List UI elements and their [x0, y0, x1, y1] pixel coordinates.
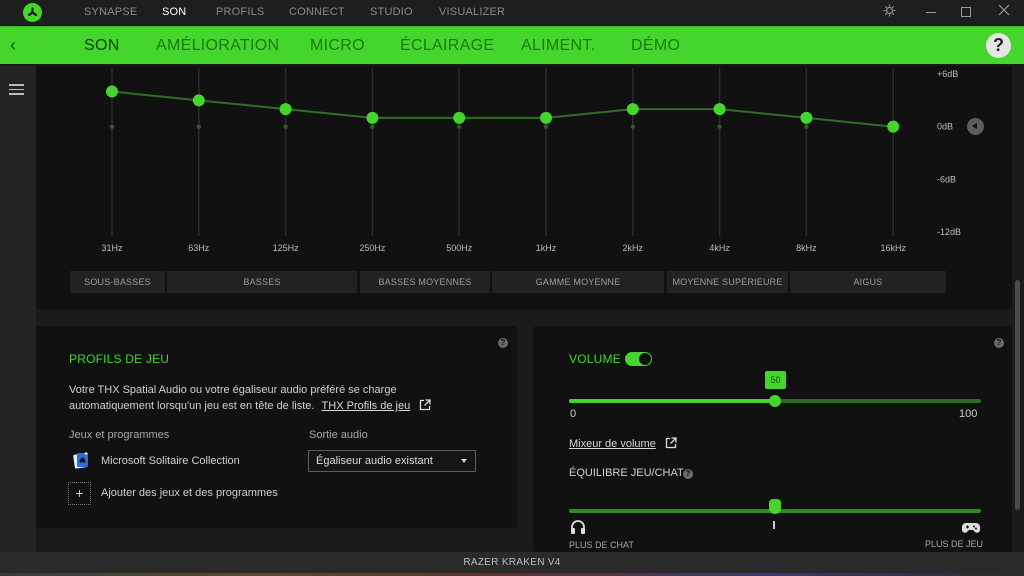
dropdown-caret-icon	[461, 459, 467, 463]
eq-freq-label: 31Hz	[101, 243, 123, 253]
gamepad-icon	[962, 521, 980, 539]
eq-point-4kHz[interactable]	[713, 103, 726, 116]
balance-right-label: PLUS DE JEU	[925, 539, 984, 549]
volume-knob[interactable]	[769, 395, 781, 407]
eq-reset-button[interactable]	[967, 118, 984, 135]
eq-point-16kHz[interactable]	[887, 120, 900, 133]
headset-icon	[570, 520, 586, 540]
external-link-icon[interactable]	[419, 399, 431, 411]
eq-zero-marker	[370, 124, 375, 129]
games-column-label: Jeux et programmes	[69, 429, 170, 441]
eq-freq-label: 4kHz	[709, 243, 730, 253]
eq-y-tick: -6dB	[937, 174, 956, 184]
add-game-button[interactable]: +	[68, 482, 91, 505]
profiles-description-line2: automatiquement lorsqu'un jeu est en têt…	[69, 399, 431, 412]
eq-point-2kHz[interactable]	[626, 103, 639, 116]
eq-y-tick: +6dB	[937, 69, 958, 79]
balance-help-icon[interactable]: ?	[683, 469, 693, 479]
profiles-help-icon[interactable]: ?	[498, 338, 508, 348]
eq-band-3: GAMME MOYENNE	[492, 271, 664, 293]
eq-band-2: BASSES MOYENNES	[360, 271, 490, 293]
balance-left-label: PLUS DE CHAT	[569, 540, 634, 550]
eq-zero-marker	[109, 124, 115, 129]
volume-help-icon[interactable]: ?	[994, 338, 1004, 348]
volume-mixer-link[interactable]: Mixeur de volume	[569, 438, 656, 450]
eq-curve	[111, 90, 894, 128]
eq-point-8kHz[interactable]	[800, 111, 813, 124]
volume-min-label: 0	[570, 408, 577, 420]
eq-freq-label: 1kHz	[536, 243, 557, 253]
eq-band-0: SOUS-BASSES	[70, 271, 165, 293]
eq-y-tick: 0dB	[937, 122, 953, 132]
profiles-description-line1: Votre THX Spatial Audio ou votre égalise…	[69, 384, 397, 396]
volume-title: VOLUME	[569, 352, 621, 366]
eq-point-31Hz[interactable]	[106, 85, 118, 98]
eq-zero-marker	[804, 124, 809, 129]
eq-freq-label: 16kHz	[880, 243, 906, 253]
volume-value-badge: 50	[765, 371, 786, 389]
volume-toggle[interactable]	[625, 352, 652, 366]
eq-point-63Hz[interactable]	[192, 94, 205, 107]
eq-freq-label: 8kHz	[796, 243, 817, 253]
eq-zero-marker	[543, 124, 549, 129]
balance-title: ÉQUILIBRE JEU/CHAT	[569, 467, 684, 479]
eq-zero-marker	[717, 124, 722, 129]
audio-output-dropdown[interactable]: Égaliseur audio existant	[308, 450, 476, 472]
eq-band-4: MOYENNE SUPÉRIEURE	[667, 271, 788, 293]
balance-knob[interactable]	[769, 499, 781, 514]
external-link-icon[interactable]	[665, 437, 677, 449]
game-profiles-title: PROFILS DE JEU	[69, 352, 170, 366]
balance-center-mark	[773, 521, 775, 529]
thx-profiles-link[interactable]: THX Profils de jeu	[322, 400, 411, 412]
volume-track-fill	[569, 399, 775, 403]
eq-point-125Hz[interactable]	[279, 103, 292, 116]
eq-band-5: AIGUS	[790, 271, 946, 293]
eq-point-1kHz[interactable]	[540, 111, 552, 124]
eq-zero-marker	[630, 124, 635, 129]
eq-band-1: BASSES	[167, 271, 357, 293]
eq-point-500Hz[interactable]	[453, 111, 466, 124]
solitaire-app-icon	[72, 451, 89, 469]
add-game-label[interactable]: Ajouter des jeux et des programmes	[101, 487, 278, 499]
equalizer-chart: 31Hz 63Hz 125Hz 250Hz 500Hz 1kHz 2kHz 4kHz 8kHz 1…	[101, 68, 961, 253]
eq-freq-label: 500Hz	[446, 243, 473, 253]
eq-point-250Hz[interactable]	[366, 111, 379, 124]
eq-freq-label: 2kHz	[623, 243, 644, 253]
game-name[interactable]: Microsoft Solitaire Collection	[101, 455, 240, 467]
eq-zero-marker	[196, 124, 201, 129]
eq-freq-label: 250Hz	[359, 243, 386, 253]
eq-freq-label: 63Hz	[188, 243, 210, 253]
volume-max-label: 100	[959, 408, 978, 420]
device-name[interactable]: RAZER KRAKEN V4	[463, 557, 560, 568]
volume-mixer-row: Mixeur de volume	[569, 437, 677, 450]
eq-freq-label: 125Hz	[273, 243, 300, 253]
eq-zero-marker	[457, 124, 462, 129]
eq-y-tick: -12dB	[937, 227, 961, 237]
output-column-label: Sortie audio	[309, 429, 368, 441]
scrollbar[interactable]	[1015, 280, 1020, 510]
eq-zero-marker	[283, 124, 288, 129]
